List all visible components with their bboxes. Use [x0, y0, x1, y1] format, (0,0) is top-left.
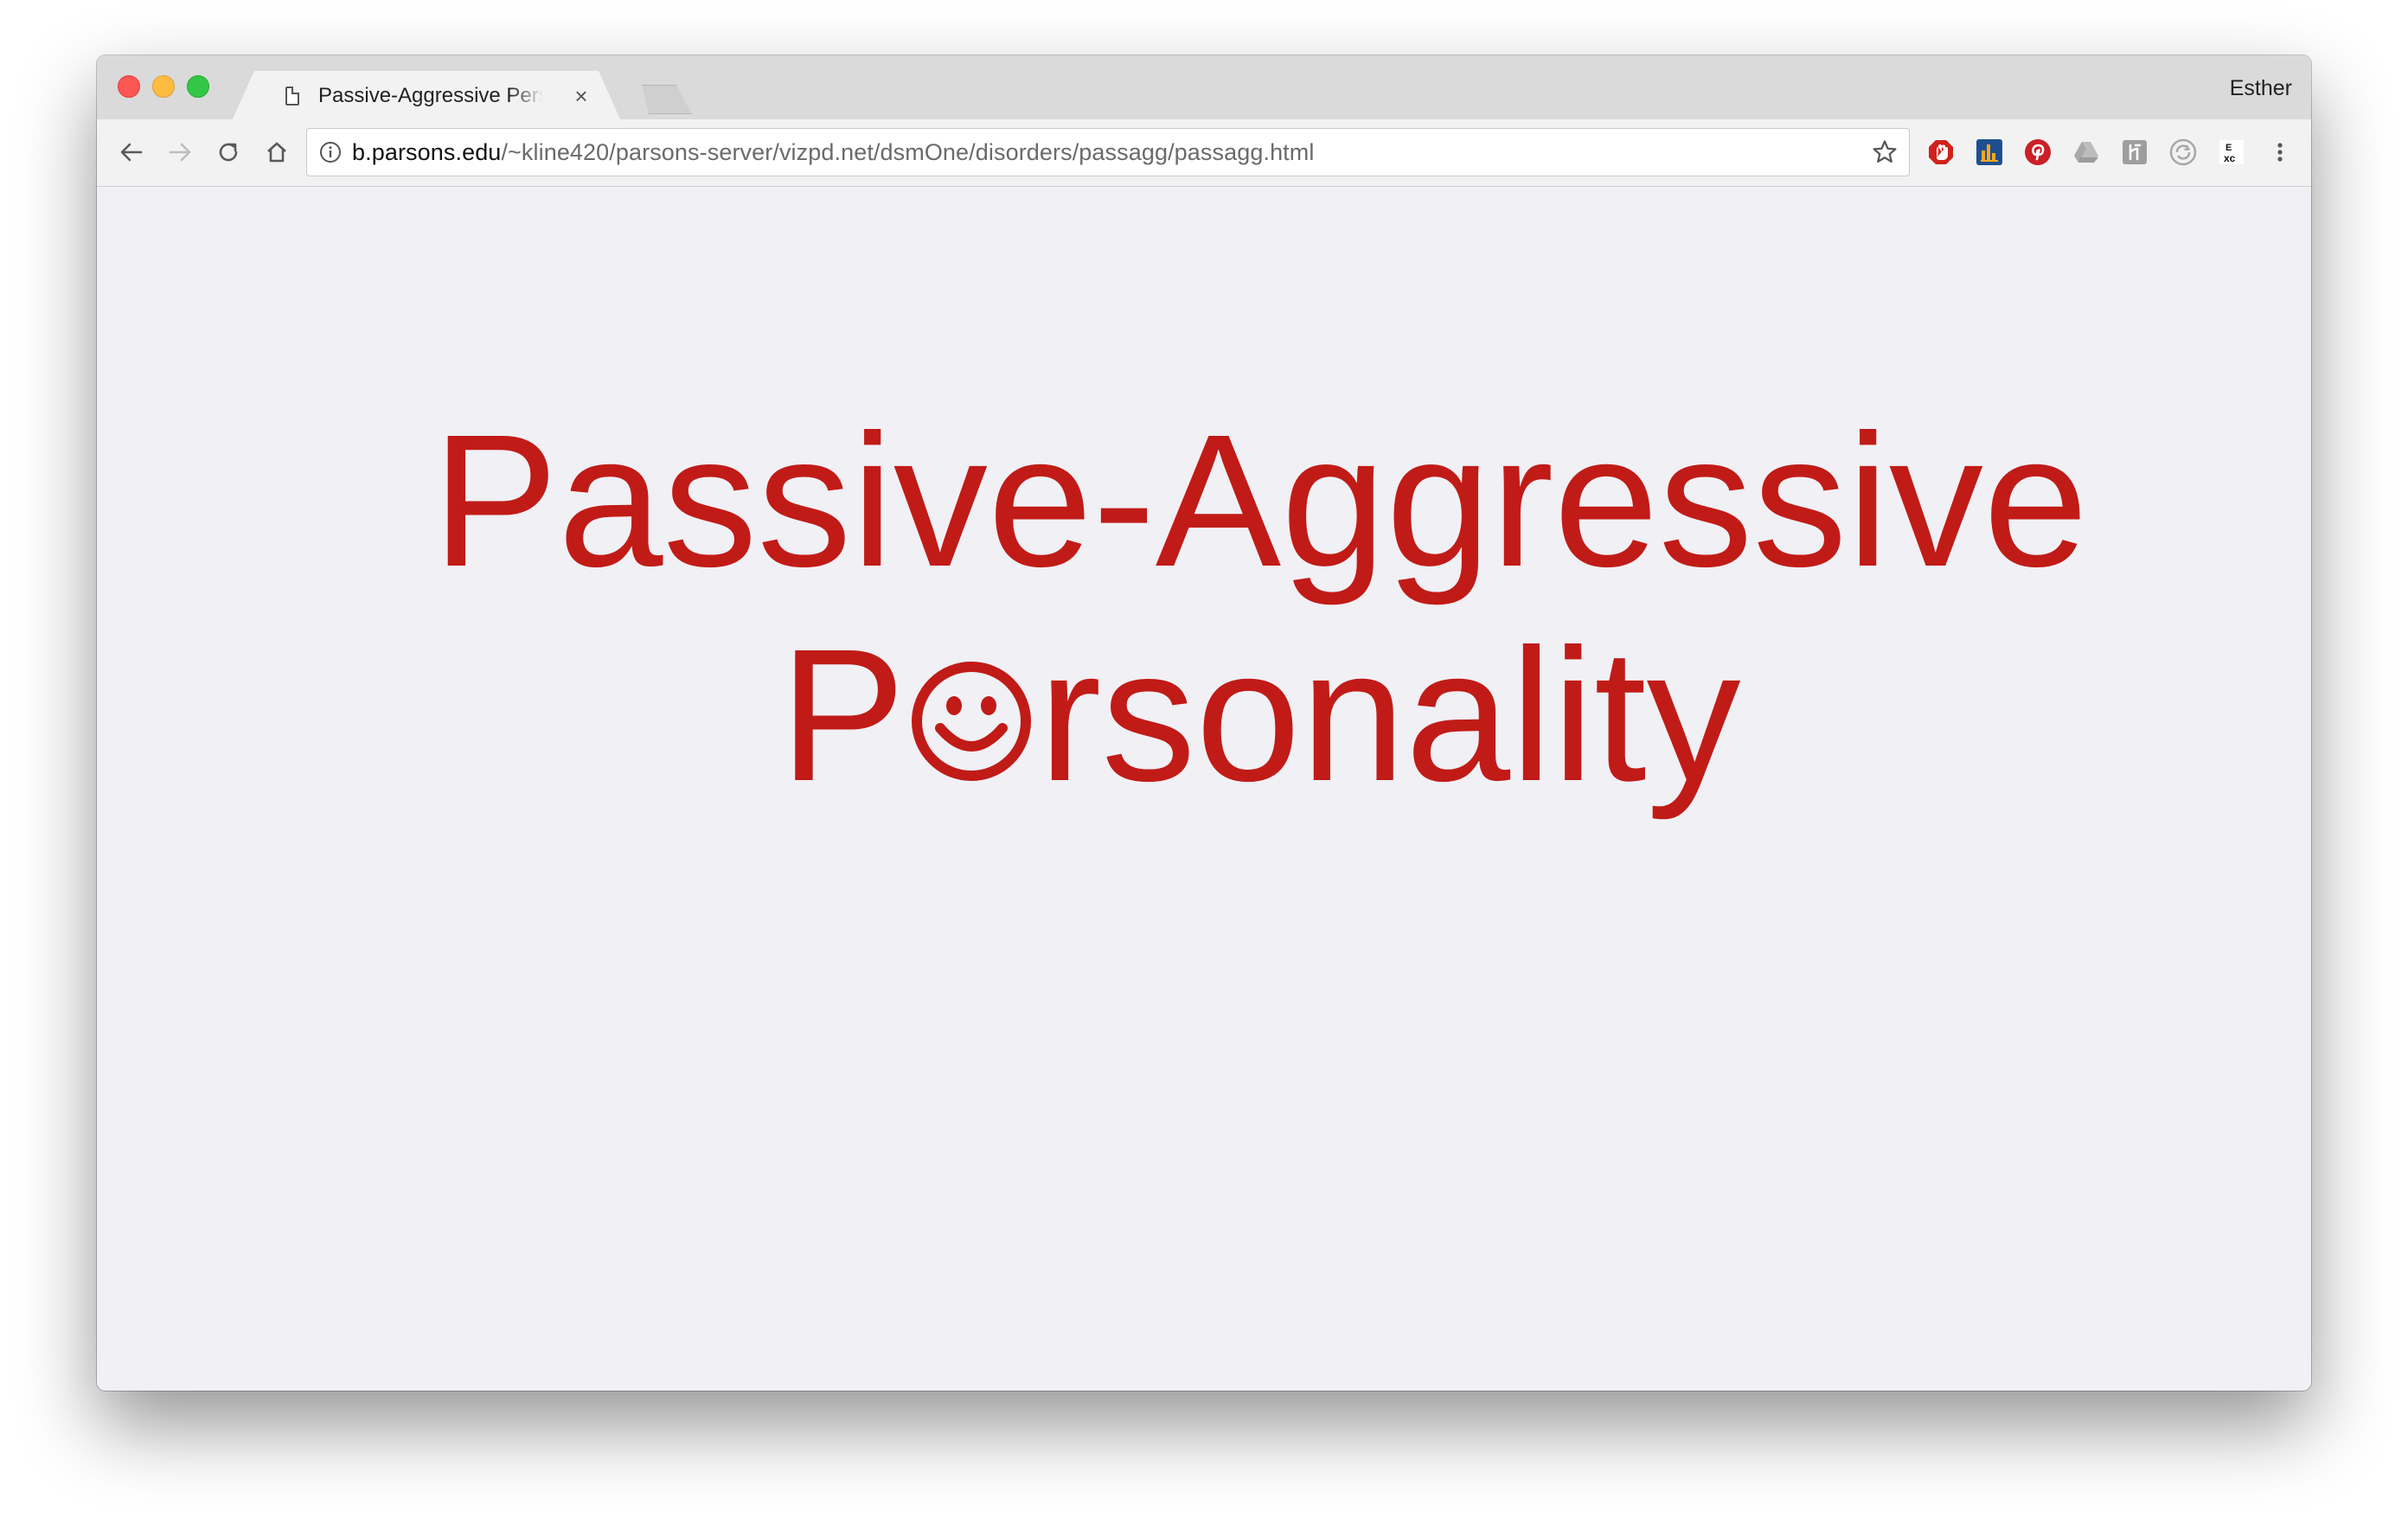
analytics-icon[interactable]: [1974, 137, 2005, 168]
home-icon: [267, 142, 286, 163]
window-maximize-button[interactable]: [187, 75, 209, 98]
tab-title: Passive-Aggressive Personality: [318, 84, 539, 107]
tab-active[interactable]: Passive-Aggressive Personality ×: [232, 71, 621, 121]
url-text[interactable]: b.parsons.edu/~kline420/parsons-server/v…: [352, 139, 1314, 166]
url-host: b.parsons.edu: [352, 139, 502, 165]
back-arrow-icon: [120, 143, 143, 162]
drive-icon[interactable]: [2071, 137, 2102, 168]
desktop: Passive-Aggressive Personality × Esther: [0, 0, 2408, 1529]
headline-line-2: P rsonality: [209, 609, 2311, 823]
page-content: Passive-Aggressive P rsonality: [97, 187, 2311, 1391]
smiley-face-icon: [911, 662, 1031, 781]
url-path: /~kline420/parsons-server/vizpd.net/dsmO…: [501, 139, 1315, 165]
headline-rest: rsonality: [1038, 611, 1741, 821]
browser-window: Passive-Aggressive Personality × Esther: [97, 55, 2311, 1391]
tab-close-button[interactable]: ×: [569, 81, 593, 111]
menu-icon[interactable]: [2264, 137, 2296, 168]
toolbar: b.parsons.edu/~kline420/parsons-server/v…: [97, 119, 2311, 187]
reload-icon: [219, 143, 238, 162]
svg-text:xc: xc: [2224, 152, 2236, 164]
window-close-button[interactable]: [118, 75, 140, 98]
forward-button[interactable]: [161, 133, 199, 171]
home-button[interactable]: [258, 133, 296, 171]
pinterest-icon[interactable]: [2022, 137, 2053, 168]
profile-name[interactable]: Esther: [2230, 76, 2292, 101]
page-title: Passive-Aggressive P rsonality: [97, 394, 2311, 823]
info-icon[interactable]: [319, 141, 342, 163]
back-button[interactable]: [112, 133, 150, 171]
new-tab-button[interactable]: [633, 85, 692, 114]
forward-arrow-icon: [169, 143, 191, 162]
tab-strip: Passive-Aggressive Personality × Esther: [97, 55, 2311, 119]
address-bar[interactable]: b.parsons.edu/~kline420/parsons-server/v…: [306, 128, 1910, 176]
headline-letter-p: P: [779, 611, 906, 821]
adblock-icon[interactable]: [1925, 137, 1956, 168]
star-icon[interactable]: [1871, 138, 1899, 166]
window-minimize-button[interactable]: [152, 75, 175, 98]
reader-icon[interactable]: [2119, 137, 2150, 168]
sync-icon[interactable]: [2168, 137, 2199, 168]
excel-icon[interactable]: E xc: [2216, 137, 2247, 168]
headline-line-1: Passive-Aggressive: [432, 396, 2089, 606]
reload-button[interactable]: [209, 133, 247, 171]
document-icon: [285, 86, 299, 106]
